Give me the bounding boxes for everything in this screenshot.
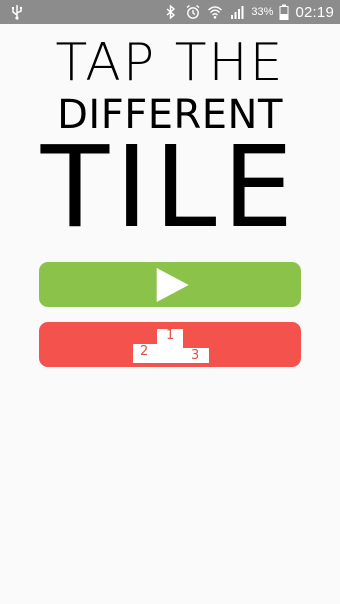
- signal-icon: [231, 6, 244, 19]
- status-bar: 33% 02:19: [0, 0, 340, 24]
- title-line-1: TAP THE: [55, 33, 285, 93]
- battery-icon: [279, 4, 289, 20]
- battery-percent: 33%: [251, 6, 274, 18]
- podium-rank-second: 2: [140, 344, 149, 359]
- podium-rank-third: 3: [191, 348, 200, 363]
- play-button[interactable]: [39, 262, 301, 307]
- podium-icon: 2 1 3: [133, 328, 209, 363]
- podium-rank-first: 1: [166, 328, 175, 343]
- alarm-icon: [186, 4, 200, 19]
- clock: 02:19: [295, 3, 334, 21]
- leaderboard-button[interactable]: 2 1 3: [39, 322, 301, 367]
- usb-icon: [12, 5, 23, 20]
- title-line-3: TILE: [40, 123, 300, 253]
- wifi-icon: [208, 6, 223, 19]
- bluetooth-icon: [166, 4, 176, 20]
- status-icons: 33% 02:19: [163, 0, 334, 24]
- play-icon: [156, 267, 189, 302]
